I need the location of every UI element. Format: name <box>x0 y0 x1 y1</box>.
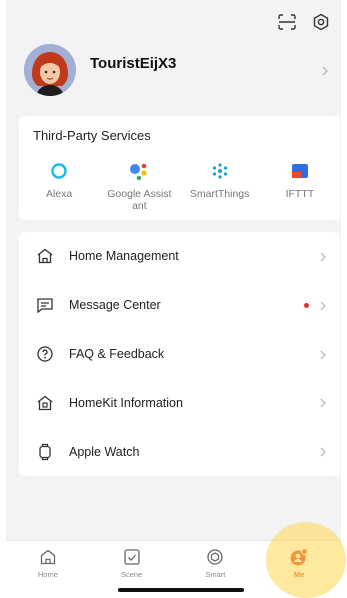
menu-label: HomeKit Information <box>69 395 183 410</box>
service-label: IFTTT <box>285 188 315 200</box>
username: TouristEijX3 <box>90 54 177 72</box>
menu-card: Home Management Message Center FAQ & Fee… <box>19 232 340 476</box>
chevron-right-icon <box>318 250 328 262</box>
tab-label: Home <box>37 570 58 579</box>
help-icon <box>35 344 55 364</box>
menu-label: FAQ & Feedback <box>69 346 165 361</box>
smartthings-icon <box>209 160 231 182</box>
menu-item-homekit-information[interactable]: HomeKit Information <box>19 378 340 427</box>
smart-tab-icon <box>205 547 225 567</box>
service-label: SmartThings <box>189 188 250 200</box>
homekit-icon <box>35 393 55 413</box>
menu-item-faq-feedback[interactable]: FAQ & Feedback <box>19 330 340 379</box>
chevron-right-icon <box>318 299 328 311</box>
menu-label: Home Management <box>69 249 179 264</box>
avatar[interactable] <box>24 44 76 96</box>
message-icon <box>35 295 55 315</box>
services-title: Third-Party Services <box>33 128 151 143</box>
tab-label: Scene <box>120 570 143 579</box>
google-assistant-icon <box>128 160 150 182</box>
chevron-right-icon <box>318 445 328 457</box>
scene-tab-icon <box>122 547 142 567</box>
home-tab-icon <box>38 547 58 567</box>
watch-icon <box>35 442 55 462</box>
service-label: Alexa <box>45 188 73 200</box>
menu-label: Message Center <box>69 298 161 313</box>
third-party-services-card: Third-Party Services Alexa Google Assist… <box>19 116 340 220</box>
tab-label: Smart <box>205 570 226 579</box>
chevron-right-icon <box>318 348 328 360</box>
settings-icon[interactable] <box>311 12 331 32</box>
highlight-overlay <box>266 522 346 598</box>
ifttt-icon <box>289 160 311 182</box>
menu-item-apple-watch[interactable]: Apple Watch <box>19 427 340 476</box>
menu-item-home-management[interactable]: Home Management <box>19 232 340 281</box>
tab-home[interactable]: Home <box>6 541 90 598</box>
service-smartthings[interactable]: SmartThings <box>180 160 260 212</box>
home-icon <box>35 246 55 266</box>
home-indicator <box>118 588 244 592</box>
menu-item-message-center[interactable]: Message Center <box>19 281 340 330</box>
services-row: Alexa Google Assistant SmartThings IFTTT <box>19 160 340 212</box>
service-google-assistant[interactable]: Google Assistant <box>99 160 179 212</box>
service-label: Google Assistant <box>107 188 172 212</box>
chevron-right-icon <box>318 396 328 408</box>
profile-row[interactable]: TouristEijX3 <box>6 40 341 100</box>
chevron-right-icon <box>319 64 331 76</box>
service-ifttt[interactable]: IFTTT <box>260 160 340 212</box>
scan-icon[interactable] <box>277 12 297 32</box>
menu-label: Apple Watch <box>69 444 140 459</box>
top-actions <box>277 12 331 32</box>
alexa-icon <box>48 160 70 182</box>
me-screen: TouristEijX3 Third-Party Services Alexa … <box>6 0 341 598</box>
service-alexa[interactable]: Alexa <box>19 160 99 212</box>
unread-badge <box>304 302 309 308</box>
